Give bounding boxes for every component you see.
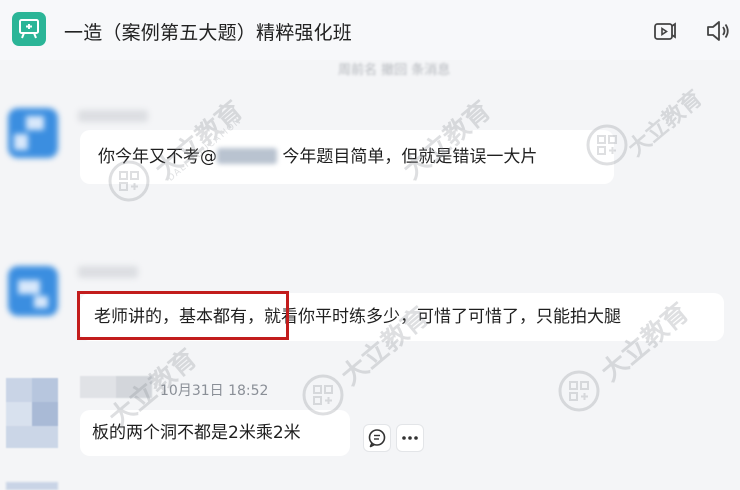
avatar[interactable] — [8, 266, 58, 316]
sender-name — [78, 266, 138, 278]
reply-icon[interactable] — [363, 424, 391, 452]
more-icon[interactable] — [396, 424, 424, 452]
video-icon[interactable] — [652, 18, 678, 44]
chat-header: 一造（案例第五大题）精粹强化班 — [0, 0, 740, 60]
watermark: 大立教育 DALI EDUCATION — [100, 92, 320, 292]
recall-notice: 周前名 撤回 条消息 — [338, 63, 451, 78]
message-bubble[interactable]: 你今年又不考@ 今年题目简单，但就是错误一大片 — [80, 130, 614, 184]
mention-name[interactable] — [217, 148, 277, 164]
next-message-area — [0, 470, 740, 490]
message-bubble[interactable]: 板的两个洞不都是2米乘2米 — [80, 410, 350, 456]
avatar[interactable] — [6, 378, 58, 448]
message-text: 今年题目简单，但就是错误一大片 — [277, 147, 538, 167]
avatar[interactable] — [8, 108, 58, 158]
message-text: 就看你平时练多少，可惜了可惜了，只能拍大腿 — [264, 307, 621, 327]
classroom-icon[interactable] — [12, 12, 46, 46]
message-timestamp: 10月31日 18:52 — [160, 383, 269, 399]
highlight-box — [77, 291, 289, 340]
chat-title: 一造（案例第五大题）精粹强化班 — [64, 22, 353, 44]
sender-name — [78, 110, 148, 122]
message-text: 你今年又不考@ — [98, 147, 217, 167]
message-text: 板的两个洞不都是2米乘2米 — [92, 423, 301, 443]
avatar[interactable] — [6, 482, 58, 490]
sender-name — [80, 376, 152, 398]
speaker-icon[interactable] — [705, 18, 731, 44]
